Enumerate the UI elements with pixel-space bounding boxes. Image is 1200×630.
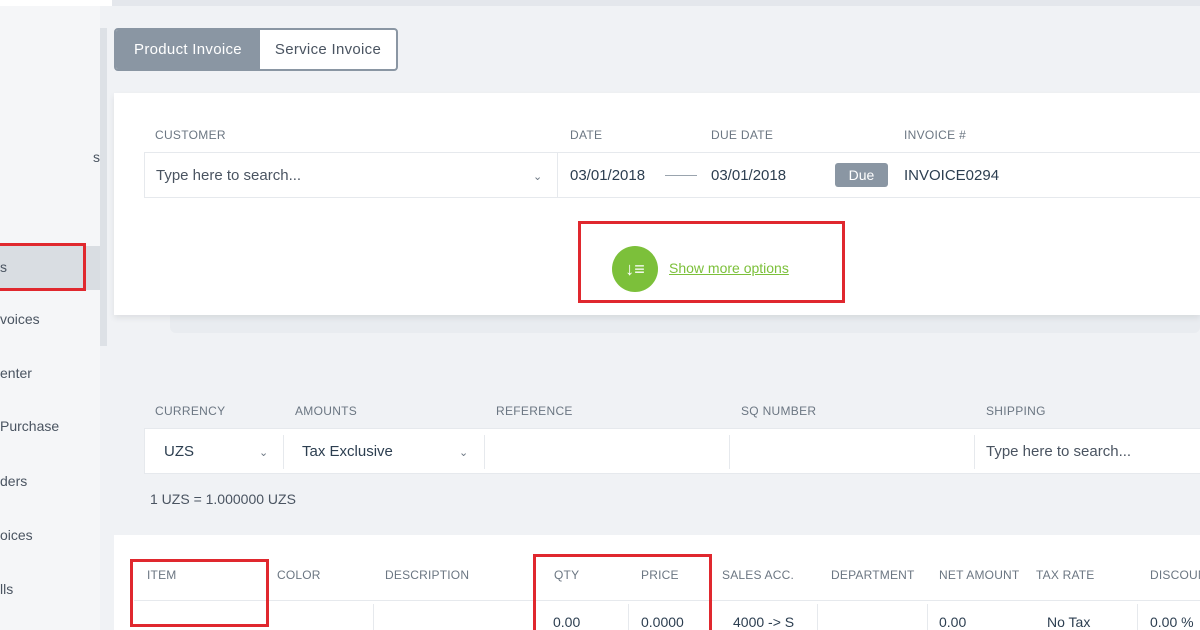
card-shadow (170, 315, 1200, 333)
sq-number-input[interactable] (731, 430, 973, 472)
column-header-color: COLOR (277, 568, 321, 582)
highlight-box-sidebar (0, 243, 86, 291)
sidebar-scrollbar[interactable] (100, 28, 107, 346)
sidebar: s s voices enter Purchase ders oices lls (0, 6, 100, 630)
date-label: DATE (570, 128, 603, 142)
highlight-box-item (130, 559, 269, 627)
highlight-box-show-more (578, 221, 845, 303)
net-amount-value: 0.00 (939, 614, 967, 630)
column-header-description: DESCRIPTION (385, 568, 470, 582)
tab-service-invoice[interactable]: Service Invoice (260, 30, 396, 69)
currency-select[interactable]: UZS (164, 443, 194, 460)
sidebar-item-purchase[interactable]: Purchase (0, 418, 100, 438)
sidebar-item-1[interactable]: s (0, 149, 100, 169)
sidebar-item-bills[interactable]: lls (0, 581, 100, 601)
invoice-type-tabs: Product Invoice Service Invoice (114, 28, 398, 71)
shipping-label: SHIPPING (986, 404, 1046, 418)
reference-input[interactable] (486, 430, 728, 472)
chevron-down-icon[interactable]: ⌄ (259, 446, 268, 459)
sidebar-item-label: lls (0, 581, 14, 597)
currency-label: CURRENCY (155, 404, 226, 418)
highlight-box-qty-price (533, 554, 712, 630)
chevron-down-icon[interactable]: ⌄ (459, 446, 468, 459)
sidebar-item-label: enter (0, 365, 32, 381)
sidebar-item-orders[interactable]: ders (0, 473, 100, 493)
cell-separator (373, 604, 374, 630)
column-header-department: DEPARTMENT (831, 568, 915, 582)
amounts-select[interactable]: Tax Exclusive (302, 443, 393, 460)
exchange-rate-text: 1 UZS = 1.000000 UZS (150, 491, 296, 507)
sidebar-item-bills-invoices[interactable]: oices (0, 527, 100, 547)
sq-number-label: SQ NUMBER (741, 404, 817, 418)
date-range-dash (665, 175, 697, 176)
due-date-field[interactable]: 03/01/2018 (711, 167, 786, 184)
top-bar (0, 0, 1200, 6)
discount-input[interactable]: 0.00 % (1150, 614, 1194, 630)
sidebar-item-label: Purchase (0, 418, 60, 434)
column-header-tax-rate: TAX RATE (1036, 568, 1095, 582)
tab-product-invoice[interactable]: Product Invoice (116, 30, 260, 69)
sidebar-item-label: voices (0, 311, 40, 327)
field-separator (729, 435, 730, 469)
invoice-number-field[interactable]: INVOICE0294 (904, 167, 999, 184)
reference-label: REFERENCE (496, 404, 573, 418)
cell-separator (927, 604, 928, 630)
sidebar-item-invoices[interactable]: voices (0, 311, 100, 331)
tax-rate-select[interactable]: No Tax (1047, 614, 1090, 630)
sidebar-item-label: s (93, 149, 100, 165)
sidebar-item-label: ders (0, 473, 28, 489)
shipping-search-input[interactable]: Type here to search... (986, 443, 1131, 460)
customer-search-input[interactable]: Type here to search... (156, 167, 301, 184)
field-separator (283, 435, 284, 469)
invoice-number-label: INVOICE # (904, 128, 967, 142)
sidebar-item-center[interactable]: enter (0, 365, 100, 385)
date-field[interactable]: 03/01/2018 (570, 167, 645, 184)
amounts-label: AMOUNTS (295, 404, 358, 418)
field-separator (484, 435, 485, 469)
cell-separator (1137, 604, 1138, 630)
sidebar-item-label: oices (0, 527, 33, 543)
column-header-net-amount: NET AMOUNT (939, 568, 1020, 582)
column-header-discount: DISCOUN (1150, 568, 1200, 582)
field-separator (974, 435, 975, 469)
due-badge[interactable]: Due (835, 163, 888, 187)
field-separator (557, 153, 558, 197)
chevron-down-icon[interactable]: ⌄ (533, 170, 542, 183)
column-header-sales-account: SALES ACC. (722, 568, 795, 582)
sales-account-select[interactable]: 4000 -> S (733, 614, 794, 630)
cell-separator (817, 604, 818, 630)
due-date-label: DUE DATE (711, 128, 774, 142)
customer-label: CUSTOMER (155, 128, 226, 142)
